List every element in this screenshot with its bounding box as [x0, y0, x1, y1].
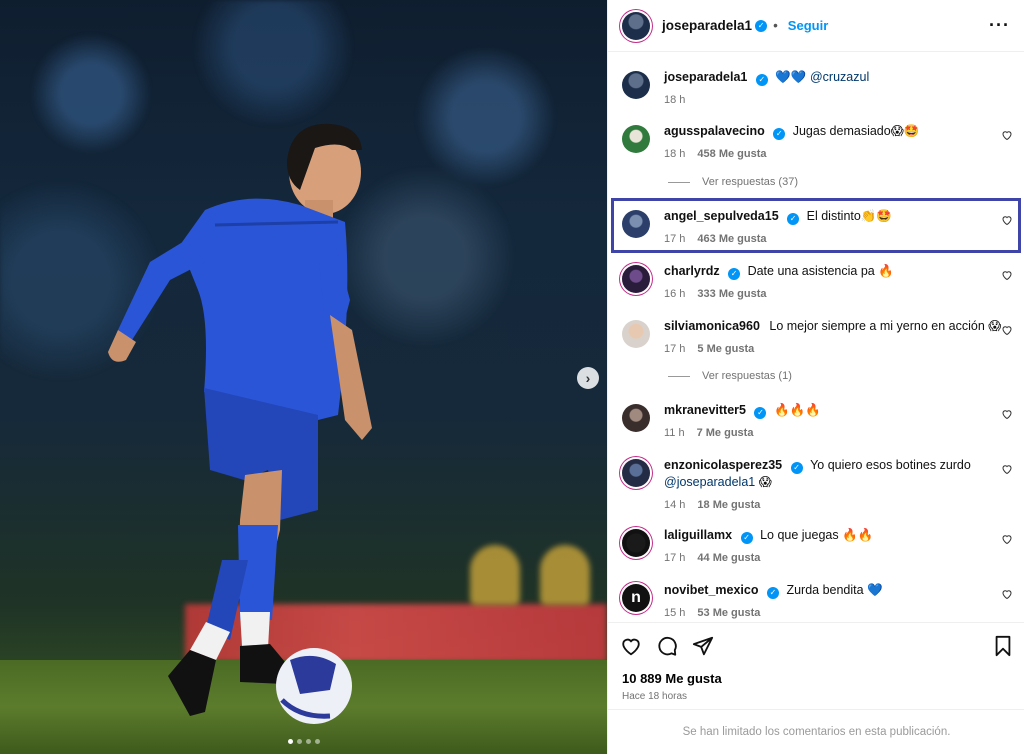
post-likes-count[interactable]: 10 889 Me gusta [608, 671, 1024, 686]
comment-time: 11 h [664, 427, 685, 439]
view-replies-button[interactable]: Ver respuestas (1) [668, 370, 792, 382]
caption-username[interactable]: joseparadela1 [664, 70, 747, 84]
like-comment-heart-icon[interactable] [1001, 324, 1013, 336]
comment-text: Date una asistencia pa 🔥 [747, 264, 894, 278]
carousel-dot [314, 739, 320, 744]
like-comment-heart-icon[interactable] [1001, 129, 1013, 141]
comment-text: Lo que juegas 🔥🔥 [760, 528, 874, 542]
comment-likes[interactable]: 333 Me gusta [697, 288, 766, 300]
post-actions: 10 889 Me gusta Hace 18 horas Se han lim… [608, 622, 1024, 754]
comments-limited-notice: Se han limitado los comentarios en esta … [608, 709, 1024, 754]
comment-username[interactable]: enzonicolasperez35 [664, 458, 782, 472]
carousel-indicator [0, 739, 607, 744]
comment-text-emoji: 😱 [758, 475, 772, 489]
verified-badge-icon: ✓ [773, 128, 786, 140]
comment-text: 🔥🔥🔥 [773, 403, 821, 417]
next-slide-button[interactable]: › [577, 367, 599, 389]
verified-badge-icon: ✓ [766, 587, 779, 599]
comment-time: 17 h [664, 552, 686, 564]
comment-mention[interactable]: @joseparadela1 [664, 475, 755, 489]
comment-username[interactable]: charlyrdz [664, 264, 720, 278]
like-comment-heart-icon[interactable] [1001, 588, 1013, 600]
author-username[interactable]: joseparadela1 [662, 18, 752, 33]
verified-badge-icon: ✓ [754, 407, 767, 419]
caption-text: 💙💙 [775, 70, 807, 84]
author-avatar[interactable] [622, 11, 650, 40]
comment-item: charlyrdz ✓ Date una asistencia pa 🔥 16 … [608, 263, 1024, 300]
comment-username[interactable]: mkranevitter5 [664, 403, 746, 417]
post-header: joseparadela1 ✓ • Seguir ··· [608, 0, 1024, 52]
comment-time: 16 h [664, 288, 686, 300]
caption-time: 18 h [664, 94, 686, 106]
comment-text: Jugas demasiado😱🤩 [792, 124, 920, 138]
verified-badge-icon: ✓ [740, 532, 753, 544]
like-heart-icon[interactable] [620, 635, 642, 657]
comment-item: n novibet_mexico ✓ Zurda bendita 💙 15 h 5… [608, 582, 1024, 619]
comment-avatar[interactable] [622, 529, 650, 557]
comment-item: laliguillamx ✓ Lo que juegas 🔥🔥 17 h 44 M… [608, 527, 1024, 564]
comment-time: 17 h [664, 343, 686, 355]
replies-divider [668, 181, 690, 183]
verified-badge-icon: ✓ [755, 74, 768, 86]
caption-avatar[interactable] [622, 71, 650, 99]
comment-likes[interactable]: 18 Me gusta [697, 499, 760, 511]
comment-username[interactable]: silviamonica960 [664, 319, 760, 333]
novibet-logo-icon: n [631, 589, 641, 606]
view-replies-label[interactable]: Ver respuestas (1) [702, 370, 792, 382]
share-paper-plane-icon[interactable] [692, 635, 714, 657]
comment-time: 14 h [664, 499, 686, 511]
comment-avatar[interactable] [622, 404, 650, 432]
comment-likes[interactable]: 44 Me gusta [697, 552, 760, 564]
post-photo[interactable]: › [0, 0, 607, 754]
like-comment-heart-icon[interactable] [1001, 463, 1013, 475]
comment-username[interactable]: agusspalavecino [664, 124, 765, 138]
comment-text: Lo mejor siempre a mi yerno en acción 😱 [769, 319, 1002, 333]
comment-avatar[interactable]: n [622, 584, 650, 612]
comment-avatar[interactable] [622, 320, 650, 348]
follow-button[interactable]: Seguir [788, 18, 828, 33]
carousel-dot [305, 739, 311, 744]
comment-bubble-icon[interactable] [656, 635, 678, 657]
comment-likes[interactable]: 5 Me gusta [697, 343, 754, 355]
comment-likes[interactable]: 53 Me gusta [697, 607, 760, 619]
separator: • [773, 18, 778, 33]
replies-divider [668, 375, 690, 377]
view-replies-button[interactable]: Ver respuestas (37) [668, 176, 798, 188]
player-illustration [108, 123, 372, 724]
comment-text: Zurda bendita 💙 [786, 583, 883, 597]
save-bookmark-icon[interactable] [993, 635, 1013, 657]
comment-item: agusspalavecino ✓ Jugas demasiado😱🤩 18 h… [608, 123, 1024, 160]
comment-avatar[interactable] [622, 125, 650, 153]
more-options-icon[interactable]: ··· [989, 15, 1010, 36]
like-comment-heart-icon[interactable] [1001, 533, 1013, 545]
comments-list[interactable]: joseparadela1 ✓ 💙💙 @cruzazul 18 h agussp… [608, 53, 1024, 621]
comment-username[interactable]: novibet_mexico [664, 583, 758, 597]
carousel-dot [287, 739, 293, 744]
comment-highlight-box [611, 198, 1021, 253]
caption: joseparadela1 ✓ 💙💙 @cruzazul 18 h [608, 69, 1024, 106]
comment-item: silviamonica960 Lo mejor siempre a mi ye… [608, 318, 1024, 355]
post-timestamp: Hace 18 horas [622, 691, 688, 702]
comment-time: 18 h [664, 148, 686, 160]
post-side-panel: joseparadela1 ✓ • Seguir ··· joseparadel… [607, 0, 1024, 754]
view-replies-label[interactable]: Ver respuestas (37) [702, 176, 798, 188]
verified-badge-icon: ✓ [755, 19, 768, 32]
like-comment-heart-icon[interactable] [1001, 408, 1013, 420]
verified-badge-icon: ✓ [790, 462, 803, 474]
comment-item: mkranevitter5 ✓ 🔥🔥🔥 11 h 7 Me gusta [608, 402, 1024, 439]
comment-username[interactable]: laliguillamx [664, 528, 732, 542]
comment-avatar[interactable] [622, 459, 650, 487]
like-comment-heart-icon[interactable] [1001, 269, 1013, 281]
comment-likes[interactable]: 458 Me gusta [697, 148, 766, 160]
comment-text: Yo quiero esos botines zurdo [810, 458, 971, 472]
comment-item: enzonicolasperez35 ✓ Yo quiero esos boti… [608, 457, 1024, 511]
verified-badge-icon: ✓ [728, 268, 741, 280]
comment-time: 15 h [664, 607, 686, 619]
carousel-dot [296, 739, 302, 744]
comment-avatar[interactable] [622, 265, 650, 293]
comment-likes[interactable]: 7 Me gusta [697, 427, 754, 439]
caption-mention[interactable]: @cruzazul [810, 70, 869, 84]
